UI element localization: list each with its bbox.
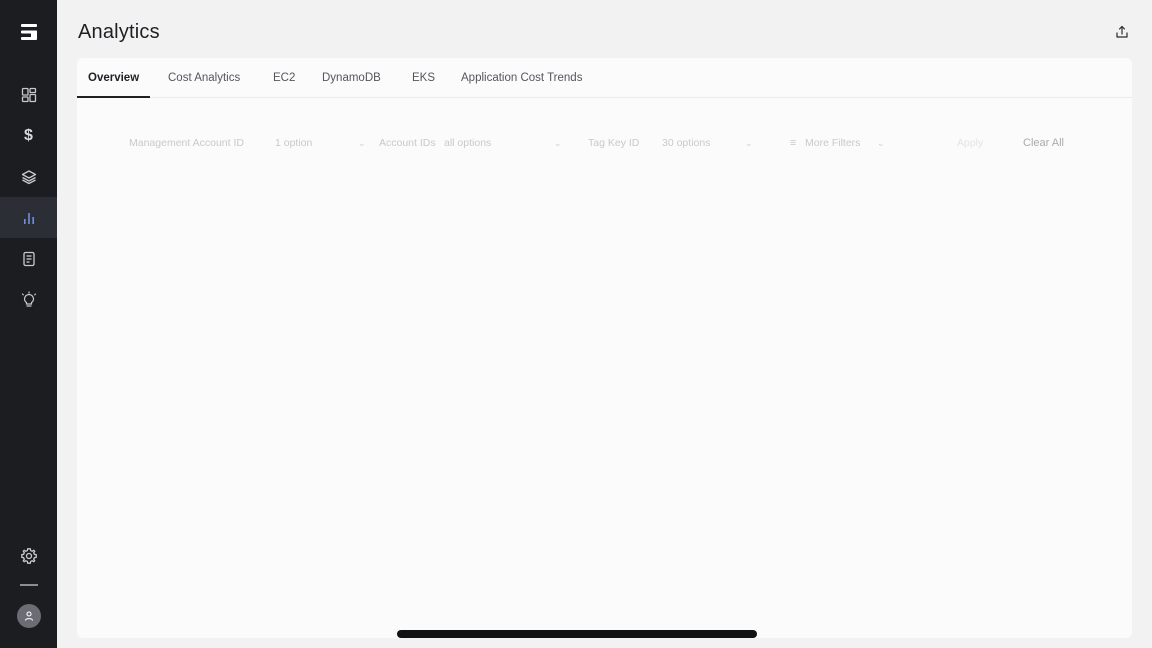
chevron-down-icon: ⌄ [358, 138, 366, 148]
filter-management-account-label: Management Account ID [129, 137, 244, 149]
dollar-icon: $ [24, 126, 33, 144]
dashboard-icon [21, 87, 36, 102]
document-icon [22, 251, 35, 266]
clear-all-button[interactable]: Clear All [1023, 134, 1064, 152]
tab-ec2[interactable]: EC2 [273, 58, 295, 97]
page-title: Analytics [78, 21, 160, 43]
gear-icon [20, 548, 37, 564]
user-avatar-icon[interactable] [16, 604, 41, 628]
content-card: Overview Cost Analytics EC2 DynamoDB EKS… [77, 58, 1132, 638]
sidebar-item-resources[interactable] [0, 156, 57, 197]
logo-icon[interactable] [0, 0, 57, 64]
sidebar-nav: $ [0, 74, 57, 320]
sidebar-item-insights[interactable] [0, 279, 57, 320]
lightbulb-icon [21, 290, 36, 307]
sidebar-item-settings[interactable] [20, 547, 38, 570]
filter-tag-key-select[interactable]: 30 options [662, 134, 710, 152]
page-header: Analytics [57, 0, 1152, 60]
chevron-down-icon: ⌄ [877, 138, 885, 148]
filter-icon: ≡ [790, 137, 797, 149]
filter-account-ids-select[interactable]: all options [444, 134, 491, 152]
share-upload-icon [1116, 25, 1128, 38]
sidebar-item-cost[interactable]: $ [0, 115, 57, 156]
tab-cost-analytics[interactable]: Cost Analytics [168, 58, 240, 97]
filter-bar: Management Account ID 1 option ⌄ Account… [77, 134, 1132, 152]
filter-account-ids-label: Account IDs [379, 137, 436, 149]
chevron-down-icon: ⌄ [745, 138, 753, 148]
tab-overview[interactable]: Overview [77, 58, 151, 98]
sidebar-item-reports[interactable] [0, 238, 57, 279]
sidebar-bottom [0, 547, 57, 628]
filter-management-account-select[interactable]: 1 option [275, 134, 312, 152]
sidebar-divider [19, 584, 38, 586]
filter-tag-key-label: Tag Key ID [588, 137, 640, 149]
tab-dynamodb[interactable]: DynamoDB [322, 58, 381, 97]
apply-button[interactable]: Apply [957, 134, 983, 152]
sidebar-item-analytics[interactable] [0, 197, 57, 238]
layers-icon [21, 169, 36, 184]
sidebar: $ [0, 0, 57, 648]
tab-eks[interactable]: EKS [412, 58, 435, 97]
tab-bar: Overview Cost Analytics EC2 DynamoDB EKS… [77, 58, 1132, 98]
sidebar-item-dashboard[interactable] [0, 74, 57, 115]
tab-application-cost-trends[interactable]: Application Cost Trends [461, 58, 582, 97]
export-button[interactable] [1112, 22, 1132, 42]
bar-chart-icon [23, 212, 34, 224]
chevron-down-icon: ⌄ [554, 138, 562, 148]
more-filters-button[interactable]: More Filters [805, 134, 860, 152]
home-indicator [397, 630, 757, 638]
